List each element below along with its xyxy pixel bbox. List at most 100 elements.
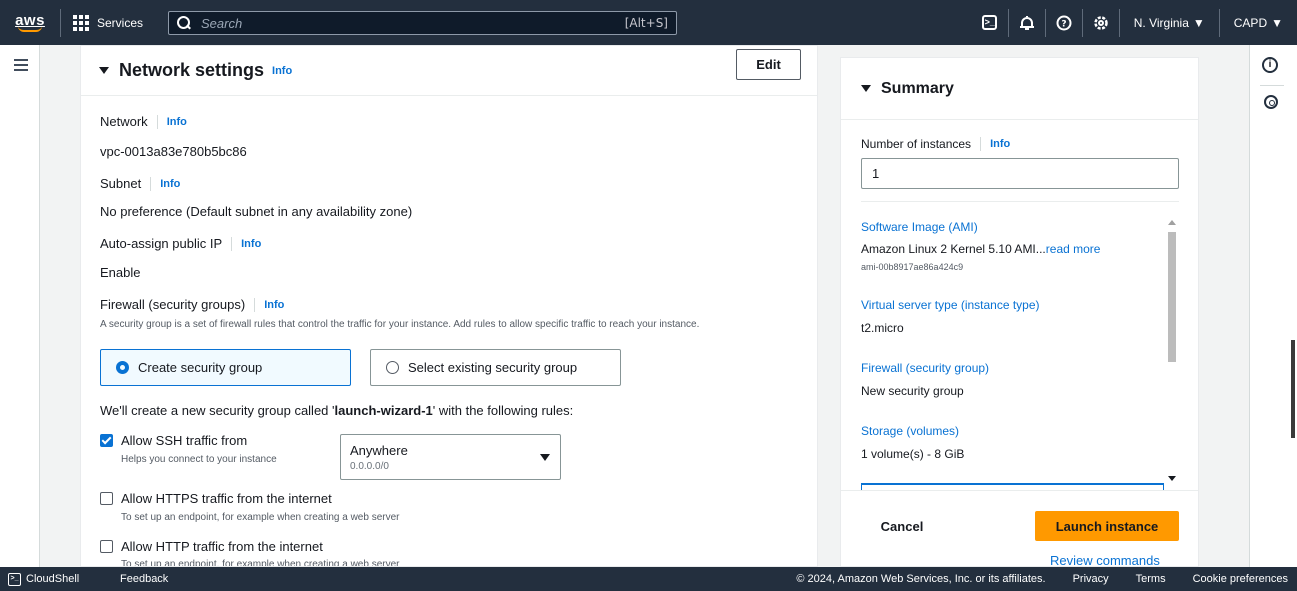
firewall-description: A security group is a set of firewall ru… (100, 319, 700, 330)
edit-button[interactable]: Edit (736, 49, 801, 80)
network-settings-panel: Network settings Info Edit Network Info … (80, 45, 818, 567)
network-label: Network (100, 114, 148, 129)
select-existing-security-group-option[interactable]: Select existing security group (370, 349, 621, 386)
ssh-source-value: Anywhere (350, 443, 408, 458)
info-panel-icon[interactable]: i (1262, 57, 1278, 73)
cookie-preferences-link[interactable]: Cookie preferences (1193, 573, 1288, 585)
cancel-button[interactable]: Cancel (861, 511, 943, 541)
account-menu[interactable]: CAPD ▼ (1220, 0, 1297, 45)
ssh-checkbox[interactable] (100, 434, 113, 447)
network-info-link[interactable]: Info (167, 116, 187, 128)
ami-name: Amazon Linux 2 Kernel 5.10 AMI... (861, 242, 1046, 256)
firewall-summary-value: New security group (861, 384, 964, 398)
network-settings-title: Network settings (119, 60, 265, 80)
storage-link[interactable]: Storage (volumes) (861, 424, 959, 438)
console-footer: >_ CloudShell Feedback © 2024, Amazon We… (0, 567, 1297, 591)
dropdown-caret-icon (540, 454, 550, 461)
collapse-caret-icon[interactable] (861, 85, 871, 92)
review-commands-link[interactable]: Review commands (1050, 553, 1160, 566)
help-icon[interactable]: ? (1046, 0, 1082, 45)
num-instances-label: Number of instances Info (861, 137, 1010, 151)
aws-smile-icon (18, 26, 42, 32)
summary-panel: Summary Number of instances Info Softwar… (840, 57, 1199, 567)
services-grid-icon (73, 14, 89, 31)
svg-text:?: ? (1061, 19, 1066, 29)
network-value: vpc-0013a83e780b5bc86 (100, 144, 247, 159)
autoip-value: Enable (100, 265, 141, 280)
read-more-link[interactable]: read more (1046, 242, 1101, 256)
radio-button[interactable] (386, 361, 399, 374)
ami-link[interactable]: Software Image (AMI) (861, 220, 978, 234)
firewall-summary-link[interactable]: Firewall (security group) (861, 361, 989, 375)
ssh-source-cidr: 0.0.0.0/0 (350, 461, 389, 472)
http-checkbox[interactable] (100, 540, 113, 553)
instance-type-value: t2.micro (861, 321, 904, 335)
firewall-info-link[interactable]: Info (264, 299, 284, 311)
summary-actions: Cancel Launch instance Review commands (841, 490, 1198, 566)
search-bar[interactable]: [Alt+S] (168, 11, 677, 35)
caret-down-icon: ▼ (1271, 15, 1283, 30)
https-description: To set up an endpoint, for example when … (121, 512, 400, 523)
feedback-link[interactable]: Feedback (120, 573, 168, 585)
cloudshell-label: CloudShell (26, 573, 80, 585)
divider (861, 201, 1179, 202)
https-label: Allow HTTPS traffic from the internet (121, 491, 332, 506)
privacy-link[interactable]: Privacy (1073, 573, 1109, 585)
top-navigation: aws Services [Alt+S] >_ ? N. Virginia ▼ (0, 0, 1297, 45)
ami-value: Amazon Linux 2 Kernel 5.10 AMI...read mo… (861, 242, 1100, 256)
search-input[interactable] (201, 15, 625, 31)
ssh-label: Allow SSH traffic from (121, 433, 248, 448)
autoip-field-label: Auto-assign public IP Info (100, 236, 261, 251)
radio-button-selected[interactable] (116, 361, 129, 374)
cloudshell-button[interactable]: >_ CloudShell (0, 572, 108, 586)
subnet-value: No preference (Default subnet in any ava… (100, 204, 413, 219)
num-instances-info-link[interactable]: Info (990, 138, 1010, 150)
security-group-note: We'll create a new security group called… (100, 403, 573, 418)
create-security-group-option[interactable]: Create security group (100, 349, 351, 386)
summary-scrollbar[interactable] (1166, 218, 1178, 483)
scroll-up-arrow-icon[interactable] (1168, 220, 1176, 225)
autoip-label: Auto-assign public IP (100, 236, 223, 251)
nav-right-group: >_ ? N. Virginia ▼ CAPD ▼ (972, 0, 1297, 45)
hamburger-menu-icon[interactable] (14, 59, 28, 74)
subnet-field-label: Subnet Info (100, 176, 180, 191)
cloudshell-icon[interactable]: >_ (972, 0, 1008, 45)
https-checkbox[interactable] (100, 492, 113, 505)
search-shortcut-hint: [Alt+S] (624, 16, 668, 30)
subnet-info-link[interactable]: Info (160, 178, 180, 190)
services-label: Services (97, 15, 144, 30)
left-side-rail (0, 45, 40, 567)
network-field-label: Network Info (100, 114, 187, 129)
ami-id: ami-00b8917ae86a424c9 (861, 262, 964, 272)
summary-title: Summary (881, 79, 954, 97)
scroll-thumb[interactable] (1168, 232, 1176, 362)
ssh-source-select[interactable]: Anywhere 0.0.0.0/0 (340, 434, 561, 480)
autoip-info-link[interactable]: Info (241, 238, 261, 250)
select-existing-label: Select existing security group (408, 360, 578, 375)
page-scrollbar-thumb[interactable] (1291, 340, 1295, 438)
right-side-rail: i (1249, 45, 1297, 567)
http-label: Allow HTTP traffic from the internet (121, 539, 323, 554)
note-suffix: ' with the following rules: (432, 403, 574, 418)
note-prefix: We'll create a new security group called… (100, 403, 335, 418)
number-of-instances-input[interactable] (861, 158, 1179, 189)
services-menu-button[interactable]: Services (61, 0, 155, 45)
caret-down-icon: ▼ (1192, 15, 1205, 30)
storage-value: 1 volume(s) - 8 GiB (861, 447, 965, 461)
launch-instance-button[interactable]: Launch instance (1035, 511, 1179, 541)
settings-gear-icon[interactable] (1083, 0, 1119, 45)
region-selector[interactable]: N. Virginia ▼ (1120, 0, 1219, 45)
network-settings-header: Network settings Info Edit (81, 46, 817, 96)
rail-divider (1260, 85, 1284, 86)
aws-logo[interactable]: aws (0, 0, 60, 45)
instance-type-link[interactable]: Virtual server type (instance type) (861, 298, 1040, 312)
collapse-caret-icon[interactable] (99, 67, 109, 74)
network-settings-info-link[interactable]: Info (272, 65, 292, 77)
firewall-label: Firewall (security groups) (100, 297, 246, 312)
scroll-down-arrow-icon[interactable] (1168, 476, 1176, 481)
tools-panel-icon[interactable] (1264, 95, 1278, 109)
notifications-bell-icon[interactable] (1009, 0, 1045, 45)
http-description: To set up an endpoint, for example when … (121, 559, 400, 567)
terms-link[interactable]: Terms (1136, 573, 1166, 585)
ssh-description: Helps you connect to your instance (121, 454, 277, 465)
